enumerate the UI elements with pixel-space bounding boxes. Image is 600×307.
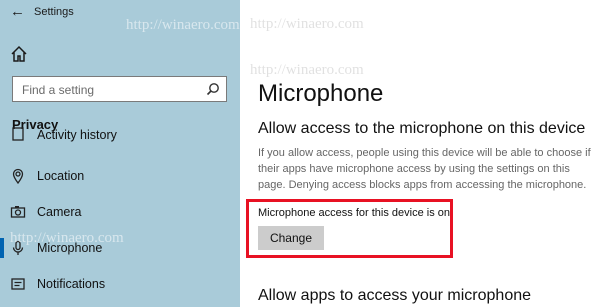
- sidebar-item-camera[interactable]: Camera: [0, 195, 240, 229]
- search-placeholder: Find a setting: [22, 83, 95, 97]
- watermark: http://winaero.com: [250, 16, 364, 32]
- selection-indicator: [0, 238, 4, 258]
- activity-history-icon: [12, 127, 24, 141]
- notifications-icon: [11, 278, 25, 290]
- search-input[interactable]: Find a setting: [12, 76, 227, 102]
- section-heading: Allow access to the microphone on this d…: [258, 120, 586, 137]
- location-icon: [12, 168, 24, 184]
- sidebar: ← Settings Find a setting Privacy Activi…: [0, 0, 240, 307]
- sidebar-item-activity-history[interactable]: Activity history: [0, 123, 240, 157]
- back-arrow-icon[interactable]: ←: [10, 3, 30, 21]
- change-button[interactable]: Change: [258, 226, 324, 250]
- microphone-icon: [12, 240, 24, 255]
- sidebar-item-label: Activity history: [37, 128, 117, 142]
- status-text: Microphone access for this device is on: [258, 207, 450, 219]
- title-bar: ← Settings: [0, 0, 240, 26]
- sidebar-item-label: Camera: [37, 205, 82, 219]
- sidebar-item-location[interactable]: Location: [0, 159, 240, 193]
- description-text: If you allow access, people using this d…: [258, 147, 591, 191]
- main-content: http://winaero.com http://winaero.com Mi…: [240, 0, 600, 307]
- home-icon[interactable]: [9, 44, 29, 64]
- section-heading-apps: Allow apps to access your microphone: [258, 287, 532, 304]
- sidebar-item-label: Notifications: [37, 277, 106, 291]
- sidebar-item-label: Microphone: [37, 241, 103, 255]
- camera-icon: [10, 206, 26, 218]
- page-title: Microphone: [258, 80, 384, 107]
- sidebar-item-notifications[interactable]: Notifications: [0, 267, 240, 301]
- window-title: Settings: [34, 6, 74, 18]
- sidebar-item-label: Location: [37, 169, 85, 183]
- watermark: http://winaero.com: [250, 62, 364, 78]
- sidebar-item-microphone[interactable]: Microphone: [0, 231, 240, 265]
- search-icon[interactable]: [206, 82, 220, 96]
